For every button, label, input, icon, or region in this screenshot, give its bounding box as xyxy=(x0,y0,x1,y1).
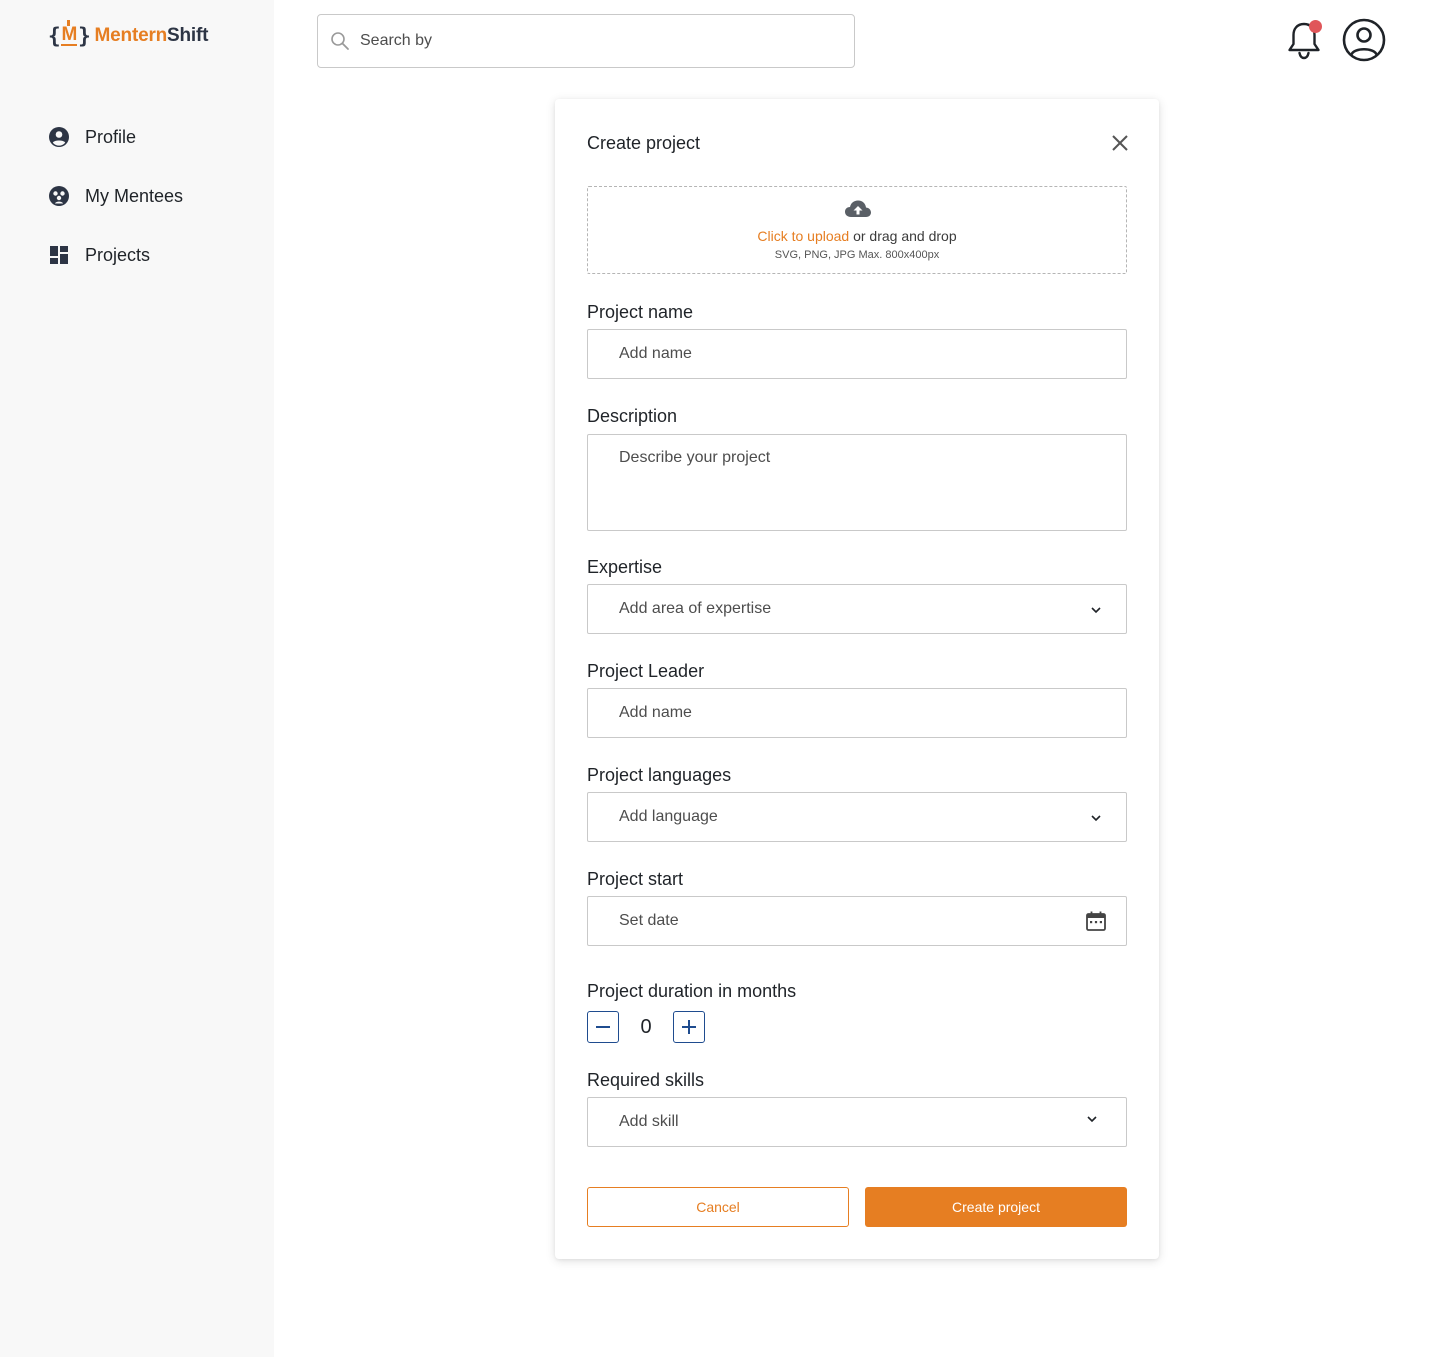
minus-icon xyxy=(596,1026,610,1028)
user-circle-icon xyxy=(48,126,70,148)
project-name-label: Project name xyxy=(587,302,694,322)
upload-drag-text: or drag and drop xyxy=(849,228,957,244)
description-textarea[interactable]: Describe your project xyxy=(587,434,1127,531)
project-leader-label: Project Leader xyxy=(587,661,705,681)
duration-value: 0 xyxy=(640,1015,652,1038)
chevron-down-icon xyxy=(1091,815,1101,822)
sidebar-item-my-mentees[interactable]: My Mentees xyxy=(48,181,183,211)
dashboard-icon xyxy=(48,244,70,266)
notification-button[interactable] xyxy=(1284,18,1324,62)
logo-bracket-close: } xyxy=(78,24,91,48)
project-leader-input[interactable]: Add name xyxy=(587,688,1127,738)
cloud-upload-icon xyxy=(845,200,871,217)
sidebar-item-label: Projects xyxy=(85,244,151,265)
required-skills-placeholder: Add skill xyxy=(619,1113,679,1130)
expertise-label: Expertise xyxy=(587,557,663,577)
project-start-label: Project start xyxy=(587,869,684,889)
duration-stepper: 0 xyxy=(587,1011,705,1043)
account-button[interactable] xyxy=(1341,17,1387,63)
decrement-button[interactable] xyxy=(587,1011,619,1043)
plus-icon xyxy=(682,1020,696,1034)
project-name-input[interactable]: Add name xyxy=(587,329,1127,379)
search-bar[interactable] xyxy=(317,14,855,68)
upload-hint: SVG, PNG, JPG Max. 800x400px xyxy=(774,249,940,261)
chevron-down-icon xyxy=(1087,1116,1097,1123)
sidebar-item-profile[interactable]: Profile xyxy=(48,122,183,152)
create-project-dialog: Create project Click to upload or drag a… xyxy=(555,99,1159,1259)
group-icon xyxy=(48,185,70,207)
account-circle-icon xyxy=(1342,18,1386,62)
chevron-down-icon xyxy=(1091,607,1101,614)
create-project-button[interactable]: Create project xyxy=(865,1187,1127,1227)
sidebar-nav: Profile My Mentees Projects xyxy=(48,122,183,299)
expertise-placeholder: Add area of expertise xyxy=(619,600,772,617)
dialog-title: Create project xyxy=(587,133,701,153)
expertise-select[interactable]: Add area of expertise xyxy=(587,584,1127,634)
sidebar: { M } Mentern Shift Profile My Mentees P… xyxy=(0,0,274,1357)
image-upload-dropzone[interactable]: Click to upload or drag and drop SVG, PN… xyxy=(587,186,1127,274)
project-leader-placeholder: Add name xyxy=(619,704,692,721)
close-button[interactable] xyxy=(1109,132,1131,154)
description-label: Description xyxy=(587,406,678,426)
increment-button[interactable] xyxy=(673,1011,705,1043)
required-skills-select[interactable]: Add skill xyxy=(587,1097,1127,1147)
project-duration-label: Project duration in months xyxy=(587,981,797,1001)
cancel-button[interactable]: Cancel xyxy=(587,1187,849,1227)
project-start-datepicker[interactable]: Set date xyxy=(587,896,1127,946)
sidebar-item-projects[interactable]: Projects xyxy=(48,240,183,270)
close-icon xyxy=(1112,135,1128,151)
click-to-upload-link[interactable]: Click to upload xyxy=(757,228,849,244)
search-icon xyxy=(330,31,350,51)
brand-logo[interactable]: { M } Mentern Shift xyxy=(48,20,209,48)
notification-dot xyxy=(1309,20,1322,33)
brand-name-part-b: Shift xyxy=(167,25,209,46)
sidebar-item-label: My Mentees xyxy=(85,185,184,206)
project-languages-placeholder: Add language xyxy=(619,808,718,825)
upload-instructions: Click to upload or drag and drop xyxy=(588,228,1126,244)
project-name-placeholder: Add name xyxy=(619,345,692,362)
sidebar-item-label: Profile xyxy=(85,126,137,147)
project-start-placeholder: Set date xyxy=(619,912,679,929)
search-input[interactable] xyxy=(360,32,840,50)
brand-name-part-a: Mentern xyxy=(94,25,168,46)
logo-bracket-open: { xyxy=(48,24,61,48)
logo-mark: M xyxy=(61,20,78,46)
project-languages-select[interactable]: Add language xyxy=(587,792,1127,842)
calendar-icon[interactable] xyxy=(1085,910,1107,932)
project-languages-label: Project languages xyxy=(587,765,732,785)
required-skills-label: Required skills xyxy=(587,1070,705,1090)
description-placeholder: Describe your project xyxy=(619,449,771,466)
